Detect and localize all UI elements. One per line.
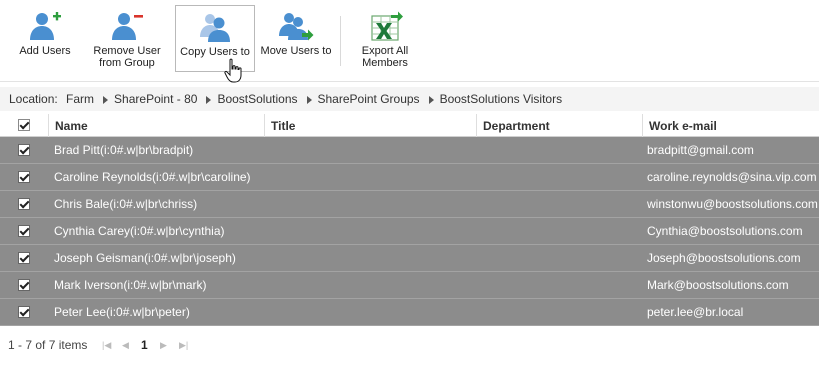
cell-email: bradpitt@gmail.com [647,143,754,157]
location-breadcrumb: Location: Farm SharePoint - 80 BoostSoluti… [0,87,819,111]
row-checkbox[interactable] [18,252,30,264]
table-row[interactable]: Mark Iverson(i:0#.w|br\mark) Mark@boosts… [0,272,819,299]
crumb-separator-icon [428,95,434,104]
ribbon-separator [340,16,341,66]
cell-name: Mark Iverson(i:0#.w|br\mark) [54,278,207,292]
move-users-icon [279,13,314,41]
table-row[interactable]: Chris Bale(i:0#.w|br\chriss) winstonwu@b… [0,191,819,218]
remove-user-label-1: Remove User [93,45,161,57]
cell-email: peter.lee@br.local [647,305,744,319]
cell-name: Cynthia Carey(i:0#.w|br\cynthia) [54,224,225,238]
crumb-separator-icon [103,95,109,104]
remove-user-button[interactable]: Remove User from Group [88,5,166,72]
first-page-icon[interactable]: |◀ [102,334,111,356]
cell-email: winstonwu@boostsolutions.com [647,197,818,211]
move-users-label: Move Users to [260,45,332,57]
move-users-button[interactable]: Move Users to [258,5,334,72]
grid-body: Brad Pitt(i:0#.w|br\bradpit) bradpitt@gm… [0,137,819,326]
export-members-button[interactable]: Export All Members [348,5,422,72]
row-checkbox[interactable] [18,198,30,210]
cell-name: Brad Pitt(i:0#.w|br\bradpit) [54,143,194,157]
ribbon-toolbar: Add Users Remove User from Group Copy Us… [0,0,819,83]
excel-export-icon [371,11,403,41]
column-header-email[interactable]: Work e-mail [642,114,819,137]
column-header-name[interactable]: Name [48,114,264,137]
current-page-number[interactable]: 1 [141,334,148,356]
cell-email: Cynthia@boostsolutions.com [647,224,803,238]
export-label-2: Members [362,57,408,69]
add-user-icon [30,12,61,40]
remove-user-label-2: from Group [99,57,155,69]
location-label: Location: [9,92,58,106]
prev-page-icon[interactable]: ◀ [122,334,129,356]
copy-users-icon [200,14,230,42]
grid-pager: 1 - 7 of 7 items |◀ ◀ 1 ▶ ▶| [0,334,819,356]
cell-name: Joseph Geisman(i:0#.w|br\joseph) [54,251,236,265]
pager-summary: 1 - 7 of 7 items [8,338,88,352]
table-row[interactable]: Cynthia Carey(i:0#.w|br\cynthia) Cynthia… [0,218,819,245]
table-row[interactable]: Caroline Reynolds(i:0#.w|br\caroline) ca… [0,164,819,191]
crumb-separator-icon [306,95,312,104]
add-users-label: Add Users [19,45,71,57]
crumb-current-group[interactable]: BoostSolutions Visitors [440,87,563,111]
crumb-boostsolutions[interactable]: BoostSolutions [217,87,297,111]
column-header-title[interactable]: Title [264,114,476,137]
cell-name: Caroline Reynolds(i:0#.w|br\caroline) [54,170,251,184]
row-checkbox[interactable] [18,306,30,318]
last-page-icon[interactable]: ▶| [179,334,188,356]
table-row[interactable]: Brad Pitt(i:0#.w|br\bradpit) bradpitt@gm… [0,137,819,164]
select-all-checkbox[interactable] [18,119,30,131]
row-checkbox[interactable] [18,171,30,183]
crumb-sharepoint-80[interactable]: SharePoint - 80 [114,87,197,111]
remove-user-icon [112,13,143,40]
grid-header: Name Title Department Work e-mail [0,114,819,137]
row-checkbox[interactable] [18,144,30,156]
cell-name: Chris Bale(i:0#.w|br\chriss) [54,197,198,211]
table-row[interactable]: Peter Lee(i:0#.w|br\peter) peter.lee@br.… [0,299,819,326]
cell-name: Peter Lee(i:0#.w|br\peter) [54,305,190,319]
crumb-separator-icon [206,95,212,104]
copy-users-label: Copy Users to [180,46,250,58]
cell-email: caroline.reynolds@sina.vip.com [647,170,817,184]
cell-email: Mark@boostsolutions.com [647,278,789,292]
crumb-sharepoint-groups[interactable]: SharePoint Groups [318,87,420,111]
row-checkbox[interactable] [18,279,30,291]
row-checkbox[interactable] [18,225,30,237]
hand-cursor-icon [224,58,242,83]
add-users-button[interactable]: Add Users [12,5,78,72]
column-header-department[interactable]: Department [476,114,642,137]
export-label-1: Export All [361,45,409,57]
cell-email: Joseph@boostsolutions.com [647,251,801,265]
next-page-icon[interactable]: ▶ [160,334,167,356]
crumb-farm[interactable]: Farm [66,87,94,111]
table-row[interactable]: Joseph Geisman(i:0#.w|br\joseph) Joseph@… [0,245,819,272]
